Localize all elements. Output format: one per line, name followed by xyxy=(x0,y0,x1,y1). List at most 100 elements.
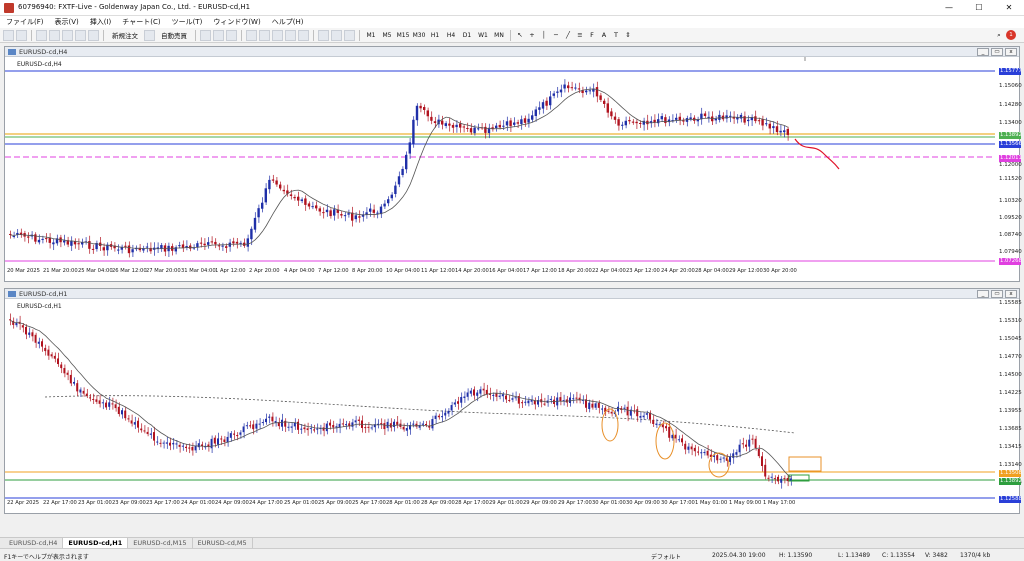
strategy-tester-icon[interactable] xyxy=(88,29,99,41)
candle-body xyxy=(527,118,530,123)
chart-close-button[interactable]: x xyxy=(1005,48,1017,56)
chart-shift-icon[interactable] xyxy=(298,29,309,41)
candle-body xyxy=(419,105,422,109)
data-window-icon[interactable] xyxy=(49,29,60,41)
market-watch-icon[interactable] xyxy=(36,29,47,41)
text-icon[interactable]: A xyxy=(599,30,609,41)
timeframe-w1[interactable]: W1 xyxy=(476,30,490,41)
timeframe-h4[interactable]: H4 xyxy=(444,30,458,41)
fibo-icon[interactable]: F xyxy=(587,30,597,41)
candle-body xyxy=(425,423,427,425)
price-label: 1.11520 xyxy=(999,176,1022,182)
close-button[interactable]: ✕ xyxy=(994,0,1024,16)
menu-window[interactable]: ウィンドウ(W) xyxy=(213,17,260,27)
cursor-icon[interactable]: ↖ xyxy=(515,30,525,41)
price-label: 1.09520 xyxy=(999,215,1022,221)
auto-trading-button[interactable]: 自動売買 xyxy=(157,30,191,41)
timeframe-mn[interactable]: MN xyxy=(492,30,506,41)
arrows-icon[interactable]: ⇕ xyxy=(623,30,633,41)
candle-body xyxy=(495,125,498,128)
minimize-button[interactable]: — xyxy=(934,0,964,16)
candle-body xyxy=(181,445,184,447)
timeframe-h1[interactable]: H1 xyxy=(428,30,442,41)
candle-body xyxy=(567,85,570,89)
menu-view[interactable]: 表示(V) xyxy=(55,17,79,27)
candle-body xyxy=(754,116,757,122)
candle-body xyxy=(631,121,635,123)
candle-body xyxy=(73,241,77,245)
candle-body xyxy=(233,433,235,435)
candle-body xyxy=(415,105,419,121)
chart-restore-button[interactable]: ▭ xyxy=(991,48,1003,56)
menu-help[interactable]: ヘルプ(H) xyxy=(272,17,304,27)
meta-editor-icon[interactable] xyxy=(144,29,155,41)
timeframe-d1[interactable]: D1 xyxy=(460,30,474,41)
label-icon[interactable]: T xyxy=(611,30,621,41)
menu-file[interactable]: ファイル(F) xyxy=(6,17,44,27)
timeframe-m1[interactable]: M1 xyxy=(364,30,378,41)
notifications-icon[interactable]: 1 xyxy=(1006,30,1016,40)
chart-minimize-button[interactable]: _ xyxy=(977,48,989,56)
profiles-icon[interactable] xyxy=(16,29,27,41)
new-chart-icon[interactable] xyxy=(3,29,14,41)
candle-body xyxy=(189,245,192,249)
channel-icon[interactable]: ≡ xyxy=(575,30,585,41)
autoscroll-icon[interactable] xyxy=(285,29,296,41)
candle-body xyxy=(463,396,466,399)
menu-insert[interactable]: 挿入(I) xyxy=(90,17,112,27)
candle-body xyxy=(249,425,251,427)
price-tag: 1.13508 xyxy=(999,470,1022,477)
price-tag: 1.12011 xyxy=(999,155,1022,162)
crosshair-icon[interactable]: + xyxy=(527,30,537,41)
price-chart-h4[interactable] xyxy=(5,57,1019,281)
time-label: 25 Mar 04:00 xyxy=(78,268,113,274)
tab-eurusd-m5[interactable]: EURUSD-cd,M5 xyxy=(193,538,253,548)
time-label: 11 Apr 12:00 xyxy=(421,268,455,274)
tab-eurusd-h1[interactable]: EURUSD-cd,H1 xyxy=(63,538,129,548)
timeframe-m5[interactable]: M5 xyxy=(380,30,394,41)
new-order-button[interactable]: 新規注文 xyxy=(108,30,142,41)
timeframe-m30[interactable]: M30 xyxy=(412,30,426,41)
navigator-icon[interactable] xyxy=(62,29,73,41)
chart-close-button[interactable]: x xyxy=(1005,290,1017,298)
status-close: C: 1.13554 xyxy=(882,552,915,559)
candle-body xyxy=(577,88,581,90)
zoom-out-icon[interactable] xyxy=(259,29,270,41)
candle-body xyxy=(594,403,597,408)
chart-restore-button[interactable]: ▭ xyxy=(991,290,1003,298)
line-chart-icon[interactable] xyxy=(226,29,237,41)
timeframe-m15[interactable]: M15 xyxy=(396,30,410,41)
chart-minimize-button[interactable]: _ xyxy=(977,290,989,298)
candle-body xyxy=(199,242,203,244)
tab-eurusd-m15[interactable]: EURUSD-cd,M15 xyxy=(128,538,193,548)
candle-body xyxy=(332,424,335,428)
search-icon[interactable]: ⌕ xyxy=(994,30,1004,41)
indicators-icon[interactable] xyxy=(318,29,329,41)
vertical-line-icon[interactable]: │ xyxy=(539,30,549,41)
templates-icon[interactable] xyxy=(344,29,355,41)
terminal-icon[interactable] xyxy=(75,29,86,41)
bar-chart-icon[interactable] xyxy=(200,29,211,41)
candlestick-icon[interactable] xyxy=(213,29,224,41)
price-chart-h1[interactable] xyxy=(5,299,1019,513)
menu-chart[interactable]: チャート(C) xyxy=(122,17,160,27)
maximize-button[interactable]: ☐ xyxy=(964,0,994,16)
candle-body xyxy=(697,451,699,453)
candle-body xyxy=(514,397,517,399)
tile-windows-icon[interactable] xyxy=(272,29,283,41)
periods-icon[interactable] xyxy=(331,29,342,41)
candle-body xyxy=(223,439,226,443)
candle-body xyxy=(329,210,332,217)
price-tag: 1.07268 xyxy=(999,258,1022,265)
horizontal-line-icon[interactable]: ─ xyxy=(551,30,561,41)
candle-body xyxy=(12,236,15,238)
candle-body xyxy=(31,332,34,337)
menu-tools[interactable]: ツール(T) xyxy=(172,17,203,27)
zoom-in-icon[interactable] xyxy=(246,29,257,41)
candle-body xyxy=(505,395,507,400)
time-axis: 22 Apr 2025 22 Apr 17:00 23 Apr 01:00 23… xyxy=(5,500,999,510)
candle-body xyxy=(492,394,495,396)
tab-eurusd-h4[interactable]: EURUSD-cd,H4 xyxy=(4,538,64,548)
trendline-icon[interactable]: ╱ xyxy=(563,30,573,41)
candle-body xyxy=(77,243,80,245)
